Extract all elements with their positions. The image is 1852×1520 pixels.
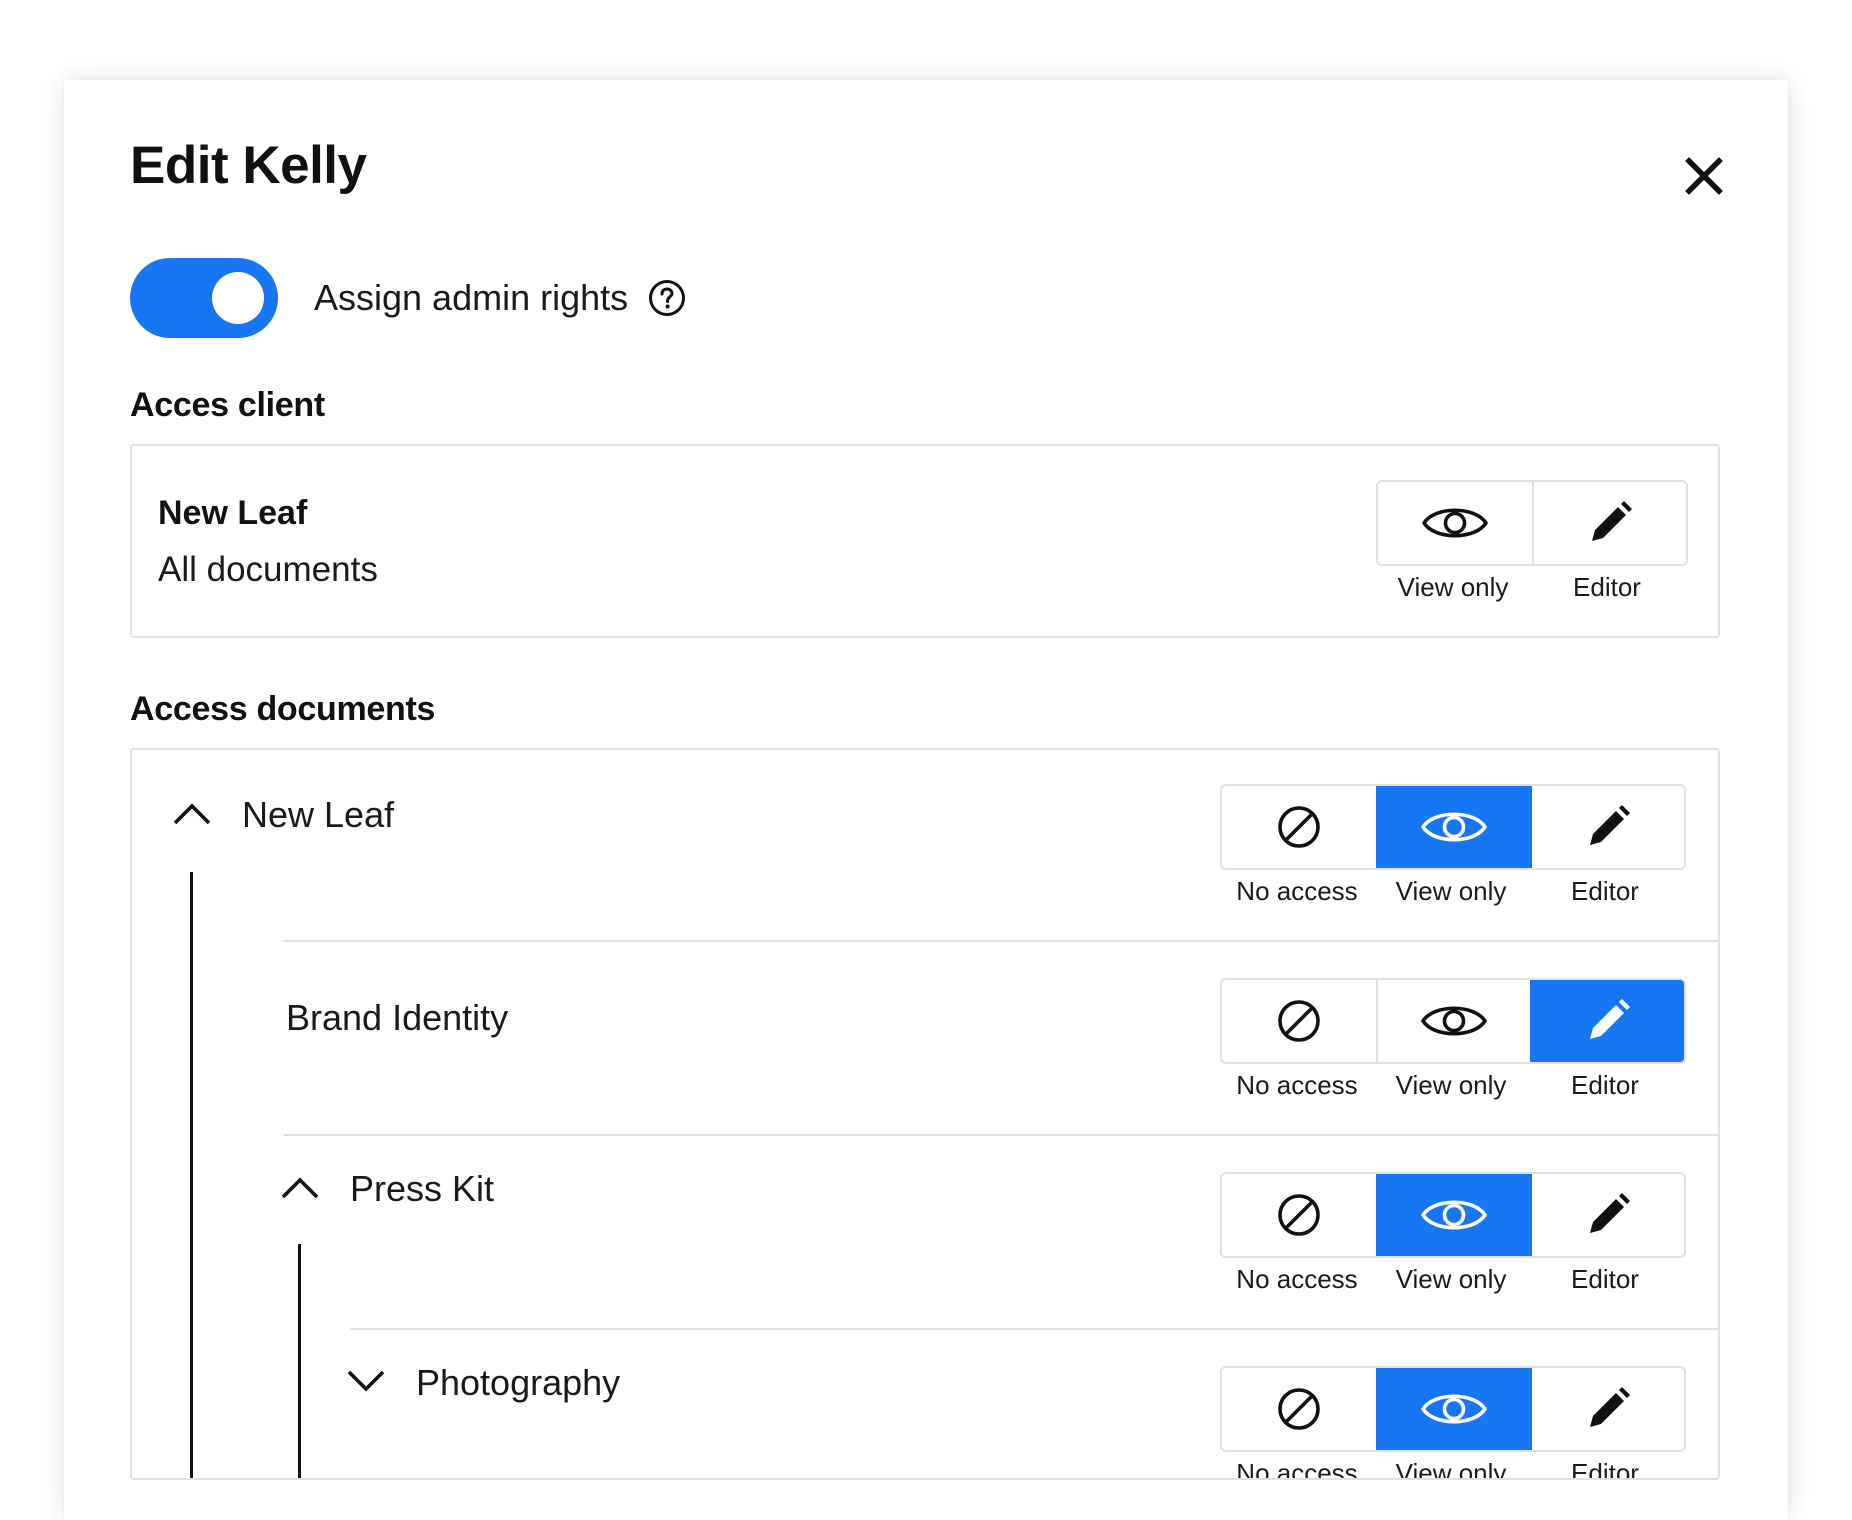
- press-kit-view-only-button[interactable]: [1376, 1174, 1530, 1256]
- client-name: New Leaf: [158, 494, 308, 532]
- chevron-up-icon: [281, 1177, 319, 1199]
- press-kit-permission-toggle: [1220, 1172, 1686, 1258]
- view-only-label: View only: [1395, 1070, 1507, 1100]
- eye-icon: [1420, 803, 1488, 851]
- no-access-icon: [1275, 997, 1323, 1045]
- no-access-icon: [1275, 1385, 1323, 1433]
- chevron-down-icon: [347, 1370, 385, 1392]
- eye-icon: [1421, 499, 1489, 547]
- documents-access-title: Access documents: [130, 690, 436, 728]
- client-permission-labels: View only Editor: [1376, 572, 1684, 603]
- press-kit-no-access-button[interactable]: [1222, 1174, 1376, 1256]
- client-access-title: Acces client: [130, 386, 325, 424]
- no-access-label: No access: [1236, 1458, 1358, 1478]
- client-scope: All documents: [158, 550, 378, 589]
- admin-rights-row: Assign admin rights: [130, 258, 686, 338]
- eye-icon: [1420, 997, 1488, 1045]
- pencil-icon: [1584, 1385, 1632, 1433]
- new-leaf-permission-labels: No access View only Editor: [1220, 876, 1682, 907]
- view-only-label: View only: [1395, 1264, 1507, 1294]
- new-leaf-view-only-button[interactable]: [1376, 786, 1530, 868]
- view-only-label: View only: [1395, 876, 1507, 906]
- no-access-icon: [1275, 803, 1323, 851]
- editor-label: Editor: [1571, 1264, 1639, 1294]
- edit-user-modal: Edit Kelly Assign admin rights Acces cli…: [64, 80, 1788, 1520]
- expand-photography-toggle[interactable]: [344, 1366, 388, 1396]
- tree-item-brand-identity[interactable]: Brand Identity: [286, 997, 508, 1039]
- photography-permission-toggle: [1220, 1366, 1686, 1452]
- brand-identity-permission-labels: No access View only Editor: [1220, 1070, 1682, 1101]
- editor-label: Editor: [1571, 1458, 1639, 1478]
- photography-editor-button[interactable]: [1530, 1368, 1684, 1450]
- chevron-up-icon: [173, 803, 211, 825]
- editor-label: Editor: [1571, 876, 1639, 906]
- row-divider: [350, 1328, 1718, 1330]
- row-divider: [284, 1134, 1718, 1136]
- client-access-card: New Leaf All documents View only Editor: [130, 444, 1720, 638]
- no-access-label: No access: [1236, 876, 1358, 906]
- no-access-label: No access: [1236, 1264, 1358, 1294]
- eye-icon: [1420, 1385, 1488, 1433]
- client-view-only-label: View only: [1397, 572, 1509, 602]
- tree-connector-line: [190, 872, 193, 1478]
- client-editor-button[interactable]: [1532, 482, 1686, 564]
- pencil-icon: [1586, 499, 1634, 547]
- collapse-press-kit-toggle[interactable]: [278, 1172, 322, 1202]
- tree-item-new-leaf[interactable]: New Leaf: [242, 794, 394, 836]
- admin-rights-label: Assign admin rights: [314, 277, 629, 318]
- client-view-only-button[interactable]: [1378, 482, 1532, 564]
- tree-item-photography[interactable]: Photography: [416, 1362, 620, 1404]
- editor-label: Editor: [1571, 1070, 1639, 1100]
- client-permission-toggle: [1376, 480, 1688, 566]
- brand-identity-permission-toggle: [1220, 978, 1686, 1064]
- brand-identity-no-access-button[interactable]: [1222, 980, 1376, 1062]
- collapse-new-leaf-toggle[interactable]: [170, 798, 214, 828]
- row-divider: [284, 940, 1718, 942]
- pencil-icon: [1584, 997, 1632, 1045]
- close-button[interactable]: [1676, 148, 1732, 204]
- brand-identity-editor-button[interactable]: [1530, 980, 1684, 1062]
- toggle-knob: [212, 272, 264, 324]
- no-access-label: No access: [1236, 1070, 1358, 1100]
- admin-rights-toggle[interactable]: [130, 258, 278, 338]
- tree-item-press-kit[interactable]: Press Kit: [350, 1168, 494, 1210]
- photography-no-access-button[interactable]: [1222, 1368, 1376, 1450]
- pencil-icon: [1584, 1191, 1632, 1239]
- close-icon: [1685, 157, 1723, 195]
- document-tree: New Leaf No access View only Editor Bran…: [132, 750, 1718, 1478]
- new-leaf-permission-toggle: [1220, 784, 1686, 870]
- client-editor-label: Editor: [1573, 572, 1641, 602]
- new-leaf-no-access-button[interactable]: [1222, 786, 1376, 868]
- pencil-icon: [1584, 803, 1632, 851]
- press-kit-editor-button[interactable]: [1530, 1174, 1684, 1256]
- documents-access-card: New Leaf No access View only Editor Bran…: [130, 748, 1720, 1480]
- brand-identity-view-only-button[interactable]: [1376, 980, 1530, 1062]
- tree-connector-line: [298, 1244, 301, 1478]
- new-leaf-editor-button[interactable]: [1530, 786, 1684, 868]
- photography-view-only-button[interactable]: [1376, 1368, 1530, 1450]
- photography-permission-labels: No access View only Editor: [1220, 1458, 1682, 1478]
- no-access-icon: [1275, 1191, 1323, 1239]
- eye-icon: [1420, 1191, 1488, 1239]
- modal-title: Edit Kelly: [130, 136, 367, 195]
- press-kit-permission-labels: No access View only Editor: [1220, 1264, 1682, 1295]
- help-icon[interactable]: [648, 279, 686, 317]
- view-only-label: View only: [1395, 1458, 1507, 1478]
